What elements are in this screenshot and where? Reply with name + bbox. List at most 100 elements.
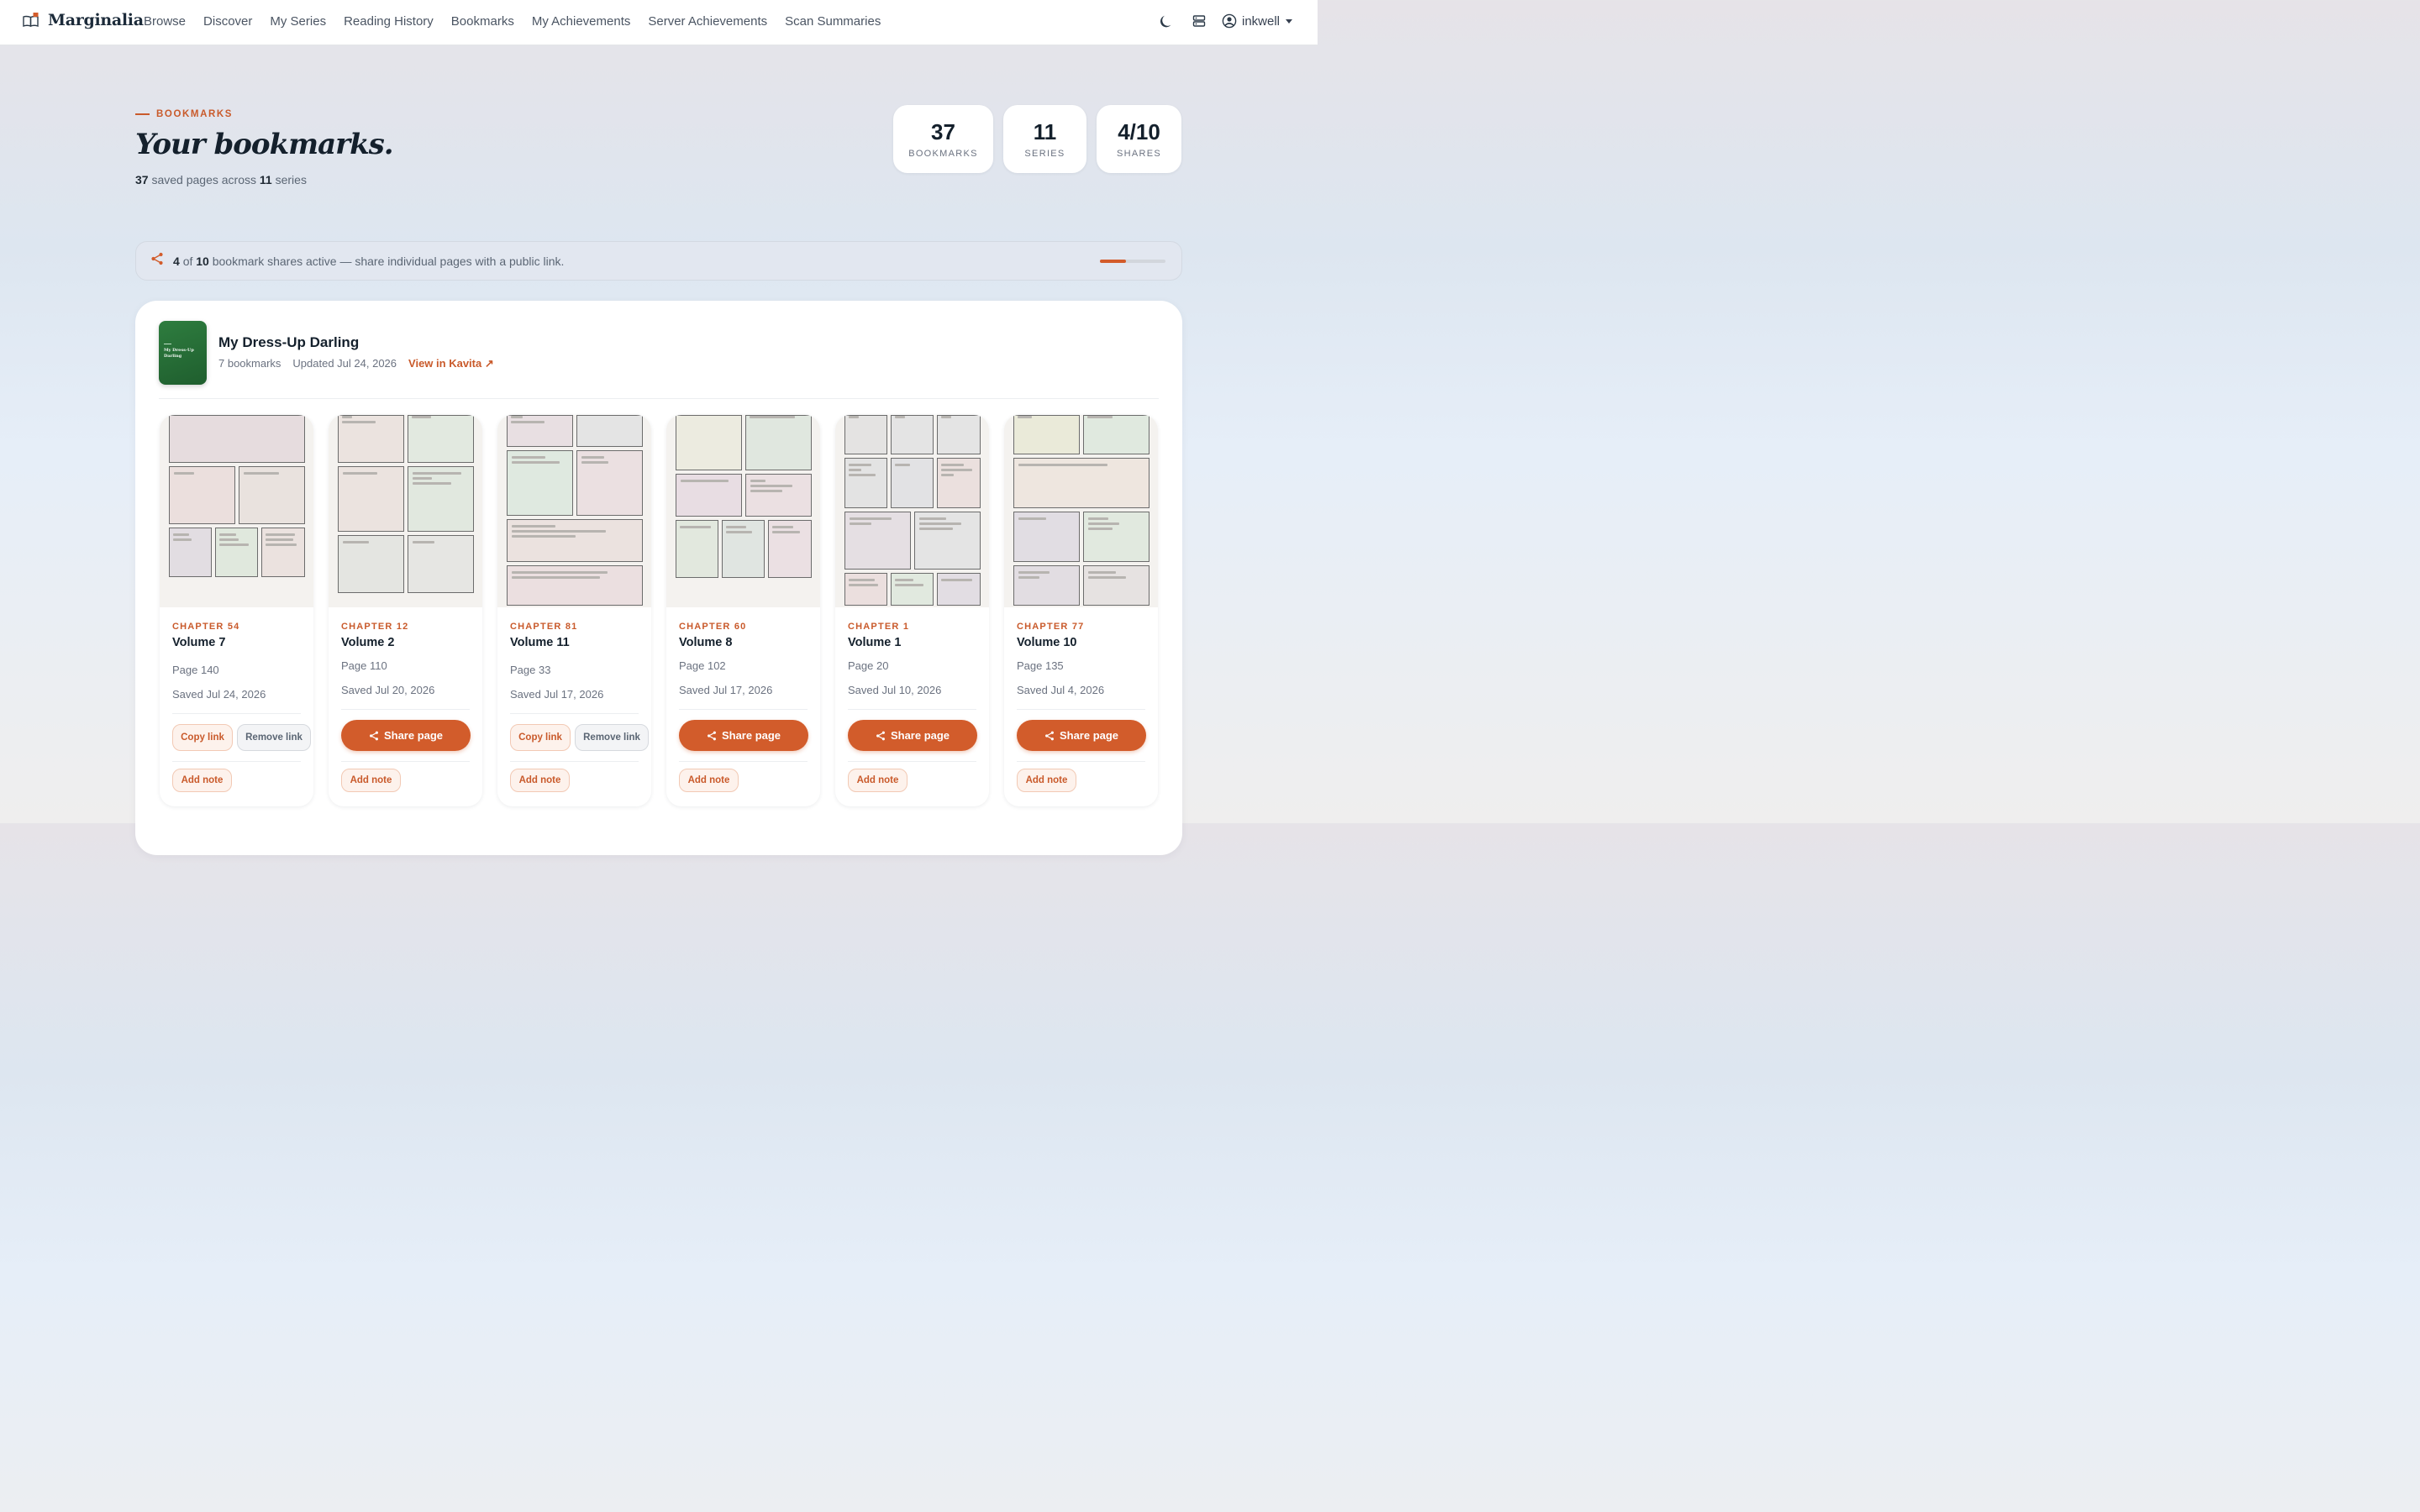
series-title[interactable]: My Dress-Up Darling	[218, 334, 359, 351]
volume-title: Volume 8	[679, 636, 733, 649]
thumb-text-line	[511, 416, 523, 418]
thumb-text-line	[1018, 416, 1032, 418]
page-subtitle: 37 saved pages across 11 series	[135, 173, 307, 186]
thumb-text-line	[342, 416, 352, 418]
series-cover[interactable]: My Dress-Up Darling	[159, 321, 207, 385]
copy-link-button[interactable]: Copy link	[510, 724, 571, 751]
stat-value: 37	[931, 119, 955, 144]
thumb-text-line	[750, 416, 795, 418]
thumb-panel	[507, 415, 573, 447]
subtitle-series-count: 11	[259, 173, 272, 186]
thumb-text-line	[726, 526, 746, 528]
nav-my-achievements[interactable]: My Achievements	[532, 14, 631, 29]
thumb-text-line	[413, 482, 451, 485]
thumb-text-line	[266, 538, 293, 541]
volume-title: Volume 10	[1017, 636, 1077, 649]
card-divider	[848, 761, 976, 762]
thumb-text-line	[343, 541, 369, 543]
thumb-panel	[338, 535, 404, 593]
thumb-panel	[844, 573, 887, 606]
page-thumbnail[interactable]	[497, 415, 651, 607]
nav-discover[interactable]: Discover	[203, 14, 252, 29]
remove-link-button[interactable]: Remove link	[237, 724, 311, 751]
thumb-text-line	[1088, 576, 1126, 579]
chapter-label: CHAPTER 1	[848, 622, 910, 632]
user-menu[interactable]: inkwell	[1222, 13, 1292, 29]
thumb-text-line	[266, 533, 295, 536]
thumb-panel	[891, 573, 934, 606]
add-note-button[interactable]: Add note	[1017, 769, 1076, 792]
bookmark-card[interactable]: CHAPTER 81 Volume 11 Page 33 Saved Jul 1…	[497, 415, 651, 806]
thumb-panel	[239, 466, 305, 524]
share-quota-progress-fill	[1100, 260, 1127, 263]
saved-date: Saved Jul 10, 2026	[848, 684, 942, 696]
share-icon	[150, 252, 164, 270]
share-page-button[interactable]: Share page	[679, 720, 808, 751]
page-thumbnail[interactable]	[329, 415, 482, 607]
add-note-button[interactable]: Add note	[341, 769, 401, 792]
thumb-text-line	[750, 490, 782, 492]
share-quota-text: 4 of 10 bookmark shares active — share i…	[173, 255, 564, 268]
add-note-button[interactable]: Add note	[510, 769, 570, 792]
remove-link-button[interactable]: Remove link	[575, 724, 649, 751]
thumb-text-line	[849, 474, 876, 476]
server-icon[interactable]	[1190, 12, 1208, 30]
card-divider	[341, 761, 470, 762]
bookmark-card[interactable]: CHAPTER 60 Volume 8 Page 102 Saved Jul 1…	[666, 415, 820, 806]
volume-title: Volume 2	[341, 636, 395, 649]
card-divider	[679, 709, 808, 710]
thumb-text-line	[413, 472, 461, 475]
shares-description: bookmark shares active — share individua…	[212, 254, 565, 268]
page-thumbnail[interactable]	[1004, 415, 1158, 607]
view-in-kavita-link[interactable]: View in Kavita ↗	[408, 357, 494, 370]
thumb-text-line	[772, 531, 800, 533]
thumb-text-line	[1018, 464, 1107, 466]
nav-reading-history[interactable]: Reading History	[344, 14, 434, 29]
thumb-text-line	[512, 530, 606, 533]
bookmark-card[interactable]: CHAPTER 12 Volume 2 Page 110 Saved Jul 2…	[329, 415, 482, 806]
thumb-text-line	[941, 469, 972, 471]
thumb-panel	[1013, 415, 1080, 454]
share-page-button[interactable]: Share page	[1017, 720, 1146, 751]
bookmark-card[interactable]: CHAPTER 77 Volume 10 Page 135 Saved Jul …	[1004, 415, 1158, 806]
card-divider	[172, 761, 301, 762]
saved-date: Saved Jul 17, 2026	[679, 684, 773, 696]
saved-date: Saved Jul 17, 2026	[510, 688, 604, 701]
eyebrow-label: BOOKMARKS	[156, 109, 234, 119]
add-note-button[interactable]: Add note	[679, 769, 739, 792]
page-eyebrow: BOOKMARKS	[135, 109, 233, 119]
bookmark-card[interactable]: CHAPTER 1 Volume 1 Page 20 Saved Jul 10,…	[835, 415, 989, 806]
page-thumbnail[interactable]	[835, 415, 989, 607]
share-page-button[interactable]: Share page	[341, 720, 471, 751]
nav-my-series[interactable]: My Series	[270, 14, 326, 29]
moon-icon[interactable]	[1158, 12, 1176, 30]
page-number: Page 20	[848, 659, 889, 672]
share-page-button[interactable]: Share page	[848, 720, 977, 751]
stat-shares: 4/10 SHARES	[1097, 105, 1181, 173]
add-note-button[interactable]: Add note	[848, 769, 908, 792]
add-note-button[interactable]: Add note	[172, 769, 232, 792]
thumb-text-line	[849, 416, 859, 418]
brand[interactable]: Marginalia	[22, 11, 144, 29]
page-thumbnail[interactable]	[160, 415, 313, 607]
thumb-text-line	[941, 579, 972, 581]
shares-total-count: 10	[196, 254, 209, 268]
thumb-text-line	[512, 525, 555, 528]
thumb-text-line	[1088, 528, 1113, 530]
nav-server-achievements[interactable]: Server Achievements	[648, 14, 767, 29]
volume-title: Volume 1	[848, 636, 902, 649]
chapter-label: CHAPTER 12	[341, 622, 409, 632]
thumb-text-line	[895, 416, 905, 418]
share-icon	[1045, 731, 1054, 740]
divider	[159, 398, 1159, 399]
bookmark-card[interactable]: CHAPTER 54 Volume 7 Page 140 Saved Jul 2…	[160, 415, 313, 806]
nav-browse[interactable]: Browse	[144, 14, 186, 29]
copy-link-button[interactable]: Copy link	[172, 724, 233, 751]
share-page-label: Share page	[383, 729, 444, 742]
shares-active-count: 4	[173, 254, 180, 268]
nav-bookmarks[interactable]: Bookmarks	[451, 14, 514, 29]
eyebrow-dash	[135, 113, 150, 115]
nav-scan-summaries[interactable]: Scan Summaries	[785, 14, 881, 29]
page-thumbnail[interactable]	[666, 415, 820, 607]
thumb-panel	[914, 512, 981, 570]
